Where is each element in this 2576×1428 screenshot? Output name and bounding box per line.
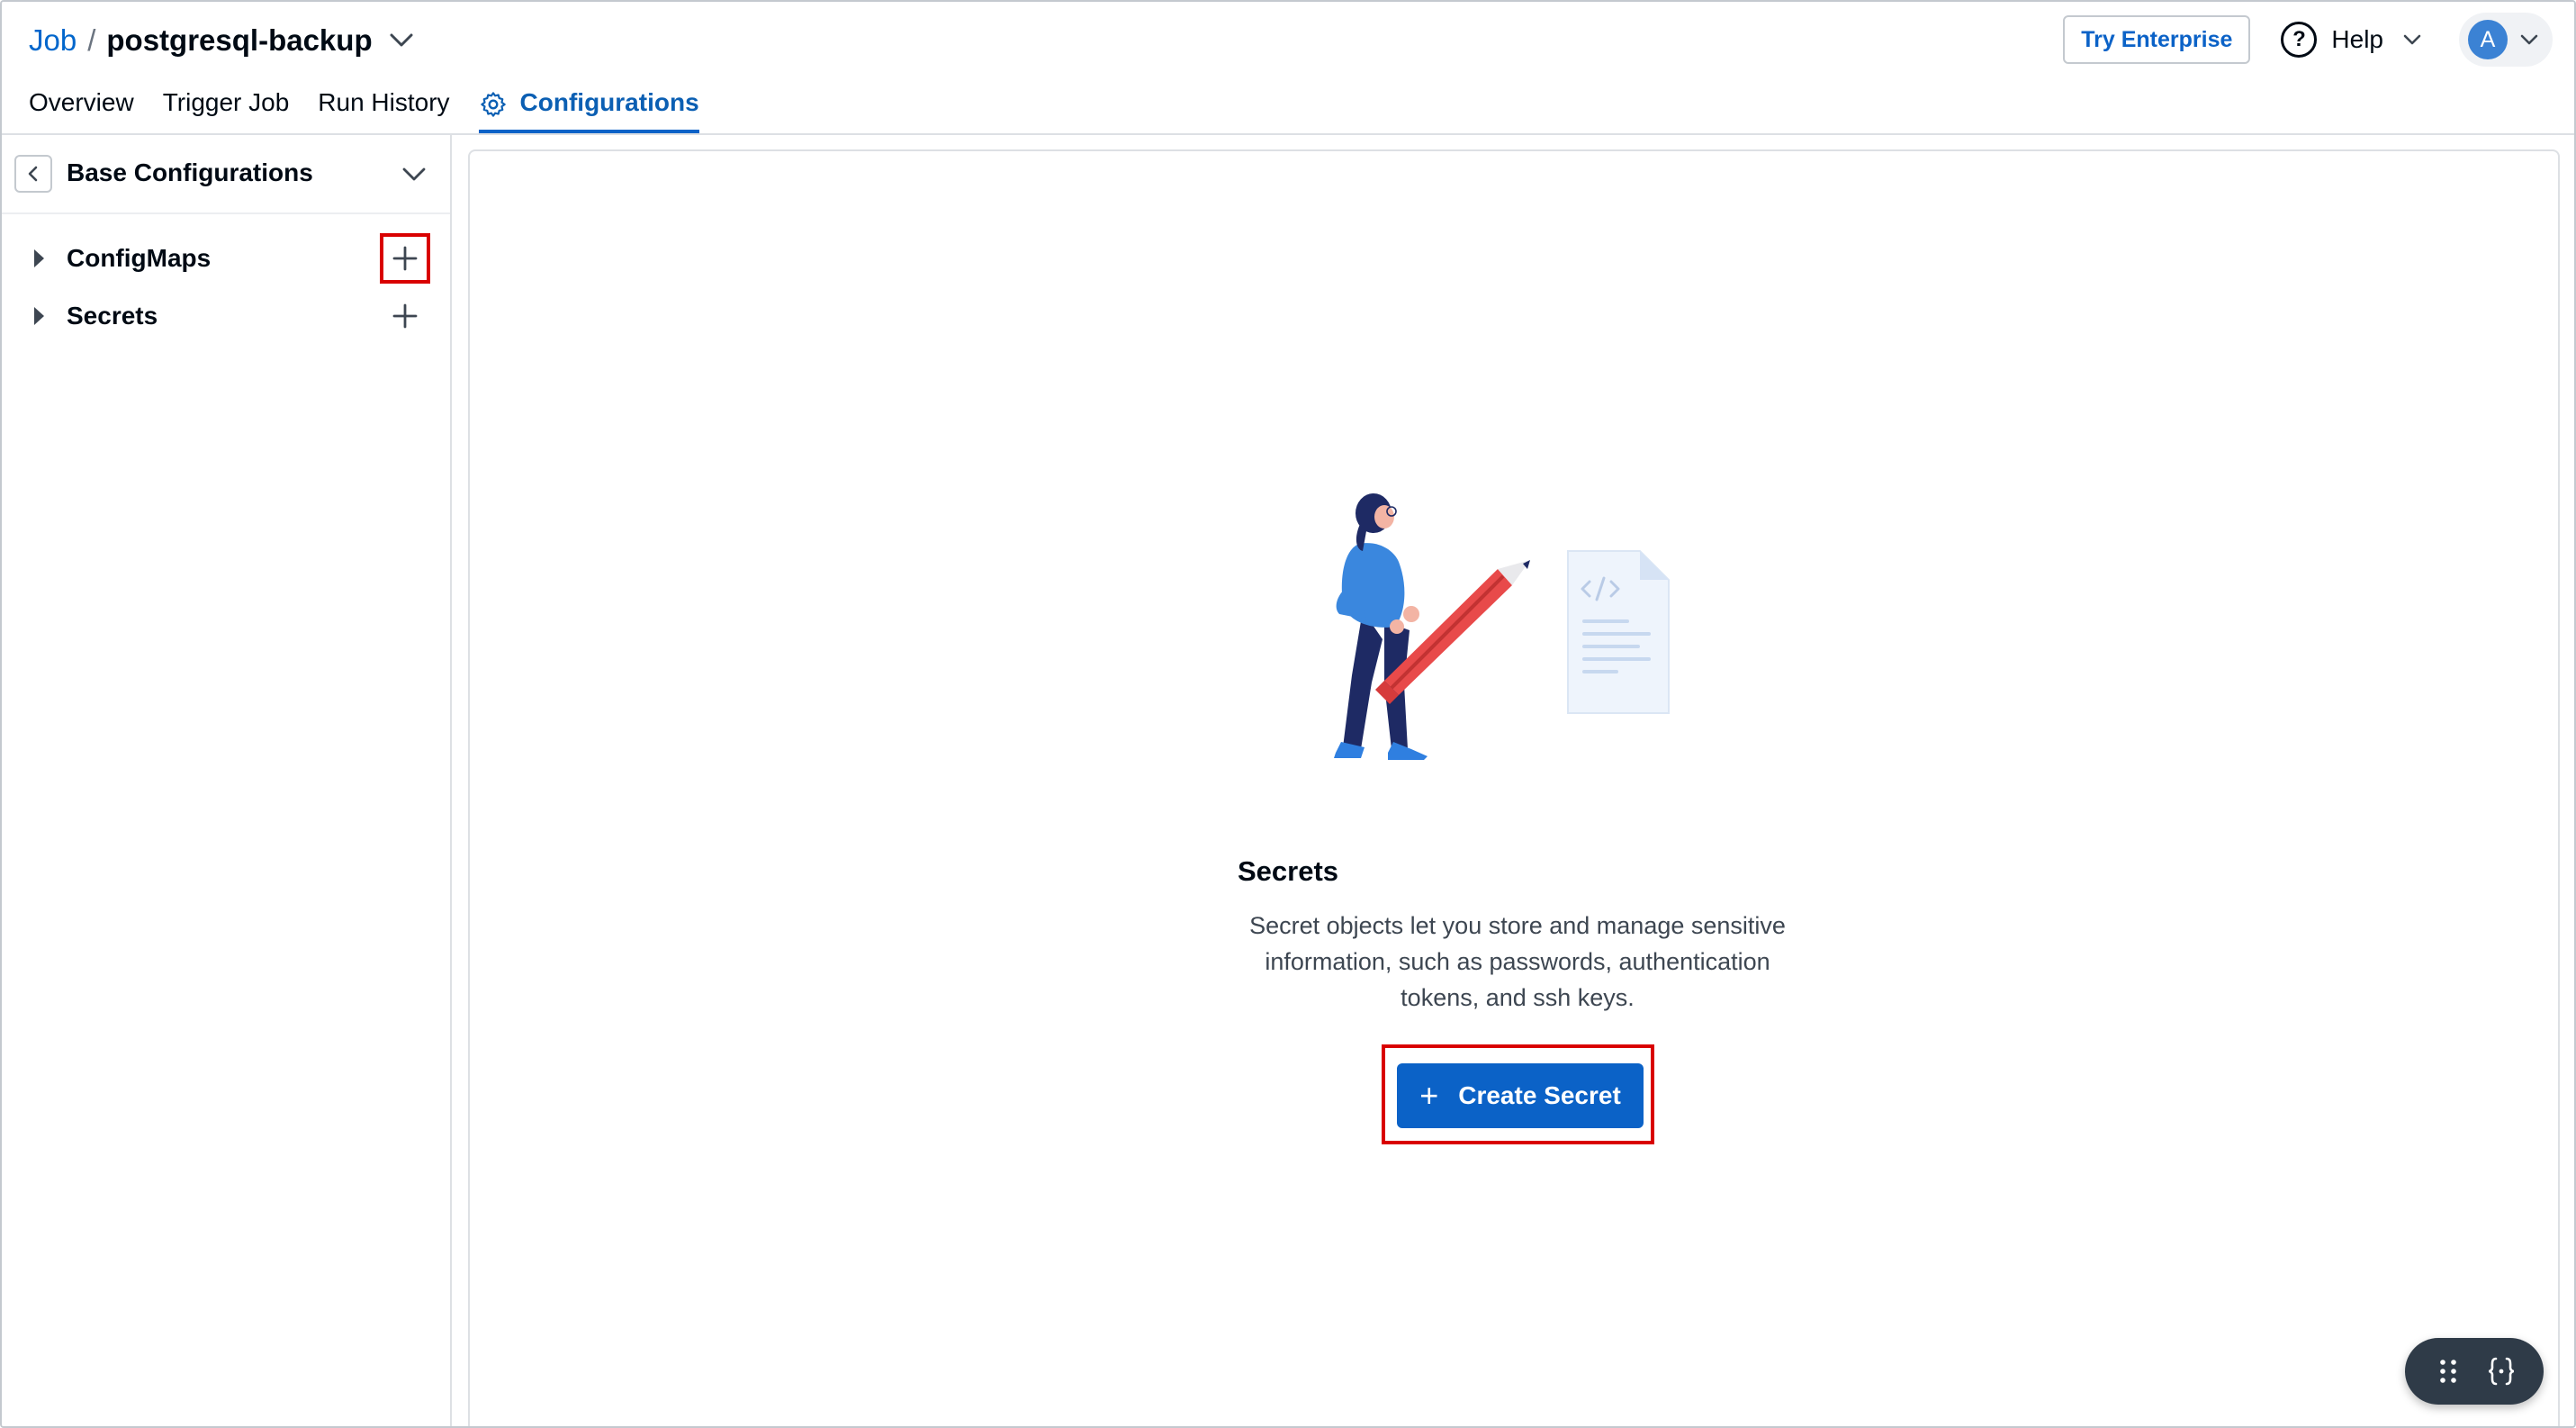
avatar: A: [2468, 20, 2508, 59]
create-secret-button[interactable]: + Create Secret: [1397, 1063, 1644, 1128]
tab-label: Run History: [318, 88, 450, 116]
gear-icon: [479, 90, 508, 119]
try-enterprise-button[interactable]: Try Enterprise: [2063, 15, 2251, 64]
breadcrumb-job-link[interactable]: Job: [29, 23, 77, 58]
tab-trigger-job[interactable]: Trigger Job: [163, 81, 290, 133]
breadcrumb-separator: /: [87, 23, 96, 57]
config-sidebar: Base Configurations ConfigMaps Secrets: [2, 135, 452, 1426]
drag-grip-icon[interactable]: [2430, 1353, 2466, 1389]
plus-icon: +: [1419, 1077, 1439, 1114]
tab-configurations[interactable]: Configurations: [478, 81, 699, 133]
add-secret-plus-icon[interactable]: [380, 291, 430, 341]
sidebar-dropdown-chevron-down-icon[interactable]: [400, 160, 428, 189]
woman-figure: [1334, 493, 1428, 760]
sidebar-title: Base Configurations: [67, 158, 313, 186]
tab-overview[interactable]: Overview: [29, 81, 134, 133]
help-question-icon: ?: [2281, 22, 2318, 58]
chevron-down-icon: [2520, 29, 2542, 50]
sidebar-item-configmaps[interactable]: ConfigMaps: [2, 232, 450, 285]
add-configmap-plus-icon[interactable]: [380, 233, 430, 284]
collapse-sidebar-button[interactable]: [14, 155, 52, 193]
app-switcher-chevron-down-icon[interactable]: [387, 26, 416, 55]
app-name: postgresql-backup: [106, 23, 373, 57]
breadcrumb: Job / postgresql-backup: [29, 18, 416, 63]
sidebar-item-secrets[interactable]: Secrets: [2, 290, 450, 342]
app-window: Job / postgresql-backup Overview Trigger…: [0, 0, 2576, 1428]
caret-right-icon: [34, 307, 44, 325]
code-document-icon: [1567, 550, 1670, 714]
header-actions: Try Enterprise ? Help A: [2063, 13, 2553, 67]
chevron-down-icon: [2403, 29, 2425, 50]
tab-bar: Overview Trigger Job Run History Configu…: [29, 81, 728, 133]
user-menu[interactable]: A: [2459, 13, 2553, 67]
page-header: Job / postgresql-backup Overview Trigger…: [2, 2, 2574, 135]
tab-label: Trigger Job: [162, 88, 290, 116]
empty-state-illustration: [1334, 493, 1670, 760]
tab-run-history[interactable]: Run History: [318, 81, 449, 133]
sidebar-item-label: Secrets: [67, 302, 158, 330]
help-menu[interactable]: ? Help: [2281, 22, 2425, 58]
caret-right-icon: [34, 249, 44, 267]
help-label: Help: [2331, 25, 2383, 53]
sidebar-header: Base Configurations: [2, 135, 450, 214]
sidebar-item-label: ConfigMaps: [67, 244, 212, 272]
tab-label: Configurations: [519, 88, 699, 116]
empty-state-title: Secrets: [1237, 855, 1339, 887]
create-secret-label: Create Secret: [1458, 1081, 1621, 1109]
floating-toolbar: [2405, 1338, 2544, 1405]
tab-label: Overview: [29, 88, 134, 116]
code-braces-icon[interactable]: [2483, 1353, 2519, 1389]
empty-state-description: Secret objects let you store and manage …: [1249, 912, 1786, 1011]
